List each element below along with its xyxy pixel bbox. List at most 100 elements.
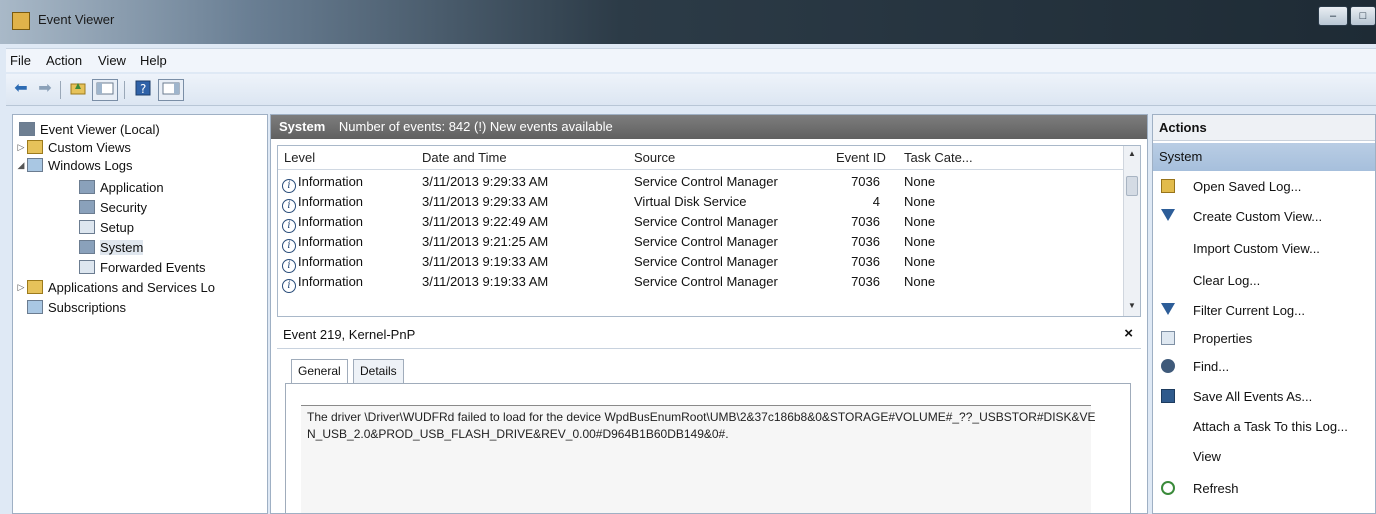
show-hide-console-tree-icon[interactable] <box>92 79 118 101</box>
column-event-id[interactable]: Event ID <box>836 150 886 165</box>
level-text: Information <box>298 214 364 229</box>
up-folder-icon[interactable] <box>68 79 88 101</box>
console-tree: Event Viewer (Local) ▷ Custom Views ◢ Wi… <box>12 114 268 514</box>
action-clear-log[interactable]: Clear Log... <box>1153 269 1375 293</box>
level-text: Information <box>298 234 364 249</box>
toolbar-separator <box>60 81 61 99</box>
task-cell: None <box>904 214 936 229</box>
menu-view[interactable]: View <box>98 53 126 68</box>
action-attach-task[interactable]: Attach a Task To this Log... <box>1153 415 1375 439</box>
action-refresh[interactable]: Refresh <box>1153 477 1375 501</box>
action-view[interactable]: View <box>1153 445 1375 469</box>
level-cell: i Information <box>282 234 363 253</box>
action-save-all-events[interactable]: Save All Events As... <box>1153 385 1375 409</box>
tree-item-forwarded-events[interactable]: Forwarded Events <box>79 257 206 277</box>
level-cell: i Information <box>282 254 363 273</box>
information-icon: i <box>282 219 296 233</box>
table-row[interactable]: i Information 3/11/2013 9:29:33 AM Virtua… <box>278 192 1128 213</box>
table-row[interactable]: i Information 3/11/2013 9:29:33 AM Servic… <box>278 172 1128 193</box>
collapse-arrow-icon[interactable]: ◢ <box>15 160 27 171</box>
log-icon <box>79 240 95 254</box>
scroll-thumb[interactable] <box>1126 176 1138 196</box>
scroll-down-icon[interactable]: ▼ <box>1124 298 1140 314</box>
table-row[interactable]: i Information 3/11/2013 9:22:49 AM Servic… <box>278 212 1128 233</box>
tree-item-setup[interactable]: Setup <box>79 217 134 237</box>
show-hide-action-pane-icon[interactable] <box>158 79 184 101</box>
information-icon: i <box>282 279 296 293</box>
expand-arrow-icon[interactable]: ▷ <box>15 142 27 153</box>
forward-arrow-icon[interactable]: ➡ <box>34 79 56 101</box>
center-pane: System Number of events: 842 (!) New eve… <box>270 114 1148 514</box>
event-detail-header: Event 219, Kernel-PnP × <box>277 321 1141 349</box>
menu-help[interactable]: Help <box>140 53 167 68</box>
back-arrow-icon[interactable]: ⬅ <box>10 79 32 101</box>
menu-action[interactable]: Action <box>46 53 82 68</box>
table-row[interactable]: i Information 3/11/2013 9:21:25 AM Servic… <box>278 232 1128 253</box>
tree-item-applications-and-services[interactable]: ▷ Applications and Services Lo <box>15 277 215 297</box>
action-open-saved-log[interactable]: Open Saved Log... <box>1153 175 1375 199</box>
column-level[interactable]: Level <box>284 150 315 165</box>
information-icon: i <box>282 259 296 273</box>
log-icon <box>79 200 95 214</box>
tab-details[interactable]: Details <box>353 359 404 383</box>
actions-header: Actions <box>1153 115 1375 141</box>
grid-header: Level Date and Time Source Event ID Task… <box>278 146 1140 170</box>
log-icon <box>79 260 95 274</box>
refresh-icon <box>1161 481 1175 495</box>
menu-bar: File Action View Help <box>6 48 1376 72</box>
column-task-category[interactable]: Task Cate... <box>904 150 973 165</box>
title-bar[interactable]: Event Viewer – □ <box>0 0 1376 44</box>
source-cell: Service Control Manager <box>634 274 778 289</box>
information-icon: i <box>282 199 296 213</box>
level-text: Information <box>298 174 364 189</box>
event-id-cell: 7036 <box>851 234 880 249</box>
tree-item-event-viewer-local[interactable]: Event Viewer (Local) <box>19 119 160 139</box>
tree-item-custom-views[interactable]: ▷ Custom Views <box>15 137 131 157</box>
level-cell: i Information <box>282 194 363 213</box>
tree-item-application[interactable]: Application <box>79 177 164 197</box>
tree-item-system[interactable]: System <box>79 237 144 257</box>
action-create-custom-view[interactable]: Create Custom View... <box>1153 205 1375 229</box>
action-properties[interactable]: Properties <box>1153 327 1375 351</box>
source-cell: Service Control Manager <box>634 214 778 229</box>
expand-arrow-icon[interactable]: ▷ <box>15 282 27 293</box>
window-title: Event Viewer <box>38 12 115 27</box>
tab-general[interactable]: General <box>291 359 348 385</box>
tree-item-subscriptions[interactable]: Subscriptions <box>27 297 126 317</box>
datetime-cell: 3/11/2013 9:19:33 AM <box>422 274 549 289</box>
menu-file[interactable]: File <box>10 53 31 68</box>
column-source[interactable]: Source <box>634 150 675 165</box>
events-scrollbar[interactable]: ▲ ▼ <box>1123 146 1140 316</box>
action-filter-current-log[interactable]: Filter Current Log... <box>1153 299 1375 323</box>
datetime-cell: 3/11/2013 9:22:49 AM <box>422 214 549 229</box>
task-cell: None <box>904 194 936 209</box>
binoculars-icon <box>1161 359 1175 373</box>
help-icon[interactable]: ? <box>132 79 154 101</box>
tree-item-windows-logs[interactable]: ◢ Windows Logs <box>15 155 133 175</box>
folder-icon <box>27 140 43 154</box>
table-row[interactable]: i Information 3/11/2013 9:19:33 AM Servic… <box>278 272 1128 293</box>
action-find[interactable]: Find... <box>1153 355 1375 379</box>
event-description[interactable]: The driver \Driver\WUDFRd failed to load… <box>307 409 1097 443</box>
maximize-button[interactable]: □ <box>1350 6 1376 26</box>
minimize-button[interactable]: – <box>1318 6 1348 26</box>
log-icon <box>79 180 95 194</box>
column-date-time[interactable]: Date and Time <box>422 150 507 165</box>
tree-item-security[interactable]: Security <box>79 197 147 217</box>
datetime-cell: 3/11/2013 9:19:33 AM <box>422 254 549 269</box>
level-cell: i Information <box>282 174 363 193</box>
information-icon: i <box>282 239 296 253</box>
filter-icon <box>1161 303 1175 315</box>
save-icon <box>1161 389 1175 403</box>
task-cell: None <box>904 174 936 189</box>
event-id-cell: 7036 <box>851 274 880 289</box>
table-row[interactable]: i Information 3/11/2013 9:19:33 AM Servic… <box>278 252 1128 273</box>
event-id-cell: 7036 <box>851 214 880 229</box>
close-icon[interactable]: × <box>1124 325 1133 342</box>
action-import-custom-view[interactable]: Import Custom View... <box>1153 237 1375 261</box>
source-cell: Virtual Disk Service <box>634 194 747 209</box>
events-grid[interactable]: Level Date and Time Source Event ID Task… <box>277 145 1141 317</box>
log-status: Number of events: 842 (!) New events ava… <box>338 119 613 134</box>
actions-section-system[interactable]: System <box>1153 143 1375 171</box>
scroll-up-icon[interactable]: ▲ <box>1124 146 1140 162</box>
